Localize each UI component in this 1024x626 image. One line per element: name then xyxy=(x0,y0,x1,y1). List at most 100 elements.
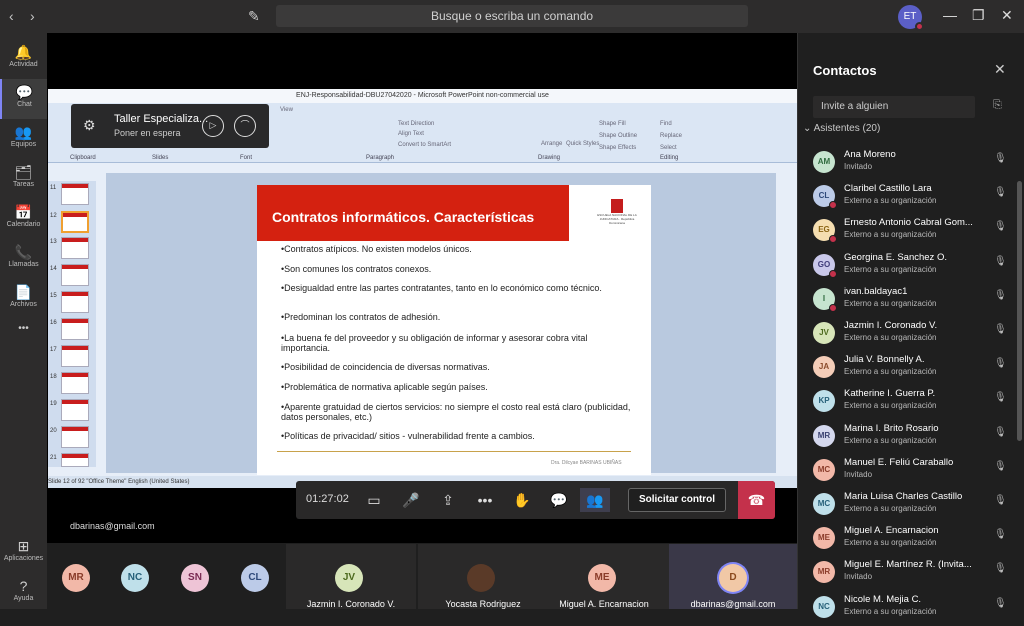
scrollbar[interactable] xyxy=(1017,181,1022,441)
ribbon-item: Shape Outline xyxy=(599,133,638,139)
attendee-name: Marina I. Brito Rosario xyxy=(844,422,939,434)
chat-button[interactable]: 💬 xyxy=(544,488,574,512)
attendee-row[interactable]: ME Miguel A. Encarnacion Externo a su orga… xyxy=(798,523,1024,557)
slide-bullet: •Políticas de privacidad/ sitios - vulne… xyxy=(281,431,535,441)
attendee-row[interactable]: MR Marina I. Brito Rosario Externo a su or… xyxy=(798,421,1024,455)
attendee-row[interactable]: JA Julia V. Bonnelly A. Externo a su organ… xyxy=(798,352,1024,386)
slide-thumbnail[interactable] xyxy=(61,183,89,205)
attendee-row[interactable]: MR Miguel E. Martínez R. (Invita... Invita… xyxy=(798,557,1024,591)
slide-thumbnail[interactable] xyxy=(61,345,89,367)
participant-tile[interactable]: ME Miguel A. Encarnacion xyxy=(539,544,669,609)
attendee-row[interactable]: KP Katherine I. Guerra P. Externo a su org… xyxy=(798,386,1024,420)
attendee-role: Externo a su organización xyxy=(844,606,937,616)
more-actions-button[interactable]: ••• xyxy=(470,488,500,512)
search-input[interactable]: Busque o escriba un comando xyxy=(276,5,748,27)
mic-muted-icon[interactable]: 🎙 xyxy=(994,495,1007,506)
attendee-role: Externo a su organización xyxy=(844,333,937,342)
slide-thumbnail[interactable] xyxy=(61,426,89,448)
rail-files[interactable]: 📄 Archivos xyxy=(0,279,47,319)
gallery-avatar[interactable]: NC xyxy=(121,564,149,592)
slide-thumbnail[interactable] xyxy=(61,291,89,313)
slide-thumbnail[interactable] xyxy=(61,264,89,286)
forward-arrow-icon[interactable]: › xyxy=(30,8,35,24)
slide-signature: Dra. Dilcyae BARINAS UBIÑAS xyxy=(551,460,622,466)
share-link-icon[interactable]: ⎘ xyxy=(993,99,1002,112)
rail-calls[interactable]: 📞 Llamadas xyxy=(0,239,47,279)
minimize-icon[interactable]: — xyxy=(943,7,957,23)
contacts-panel: Contactos ✕ Invite a alguien ⎘ ⌄ Asisten… xyxy=(797,33,1024,618)
attendee-row[interactable]: MC Maria Luisa Charles Castillo Externo a … xyxy=(798,489,1024,523)
rail-more-icon[interactable]: ••• xyxy=(0,323,47,363)
ribbon-item: Shape Fill xyxy=(599,121,626,127)
thumb-number: 18 xyxy=(50,374,57,380)
slide-thumbnail-selected[interactable] xyxy=(61,211,89,233)
gallery-avatar[interactable]: MR xyxy=(62,564,90,592)
attendee-row[interactable]: Iivan.baldayac1 Externo a su organización… xyxy=(798,284,1024,318)
camera-off-icon: ▭ xyxy=(367,492,381,508)
rail-apps[interactable]: ⊞ Aplicaciones xyxy=(0,533,47,573)
close-icon[interactable]: ✕ xyxy=(994,61,1006,78)
slide-bullet: •La buena fe del proveedor y su obligaci… xyxy=(281,333,588,353)
attendee-row[interactable]: EG Ernesto Antonio Cabral Gom... Externo a… xyxy=(798,215,1024,249)
participant-tile[interactable]: Yocasta Rodriguez xyxy=(418,544,548,609)
mic-muted-icon[interactable]: 🎙 xyxy=(994,358,1007,369)
gallery-avatar[interactable]: CL xyxy=(241,564,269,592)
slide-thumbnail[interactable] xyxy=(61,237,89,259)
slide-thumbnail[interactable] xyxy=(61,453,89,467)
participant-tile[interactable]: JV Jazmin I. Coronado V. xyxy=(286,544,416,609)
participants-button[interactable]: 👥 xyxy=(580,488,610,512)
participant-tile-self[interactable]: D dbarinas@gmail.com xyxy=(669,544,797,609)
hold-hangup-button[interactable]: ⌒ xyxy=(234,115,256,137)
thumb-number: 13 xyxy=(50,239,57,245)
back-arrow-icon[interactable]: ‹ xyxy=(9,8,14,24)
close-window-icon[interactable]: ✕ xyxy=(1001,7,1013,24)
rail-activity[interactable]: 🔔 Actividad xyxy=(0,39,47,79)
camera-button[interactable]: ▭ xyxy=(359,488,389,512)
mic-muted-icon[interactable]: 🎙 xyxy=(994,392,1007,403)
slide-thumbnail[interactable] xyxy=(61,399,89,421)
attendees-section[interactable]: ⌄ Asistentes (20) xyxy=(803,123,880,134)
compose-icon[interactable]: ✎ xyxy=(248,8,260,25)
share-button[interactable]: ⇪ xyxy=(433,488,463,512)
rail-teams[interactable]: 👥 Equipos xyxy=(0,119,47,159)
mic-muted-icon[interactable]: 🎙 xyxy=(994,221,1007,232)
slide-divider xyxy=(277,451,631,452)
attendee-row[interactable]: MC Manuel E. Feliú Caraballo Invitado 🎙 xyxy=(798,455,1024,489)
slide-thumbnail[interactable] xyxy=(61,318,89,340)
mic-muted-icon[interactable]: 🎙 xyxy=(994,256,1007,267)
mic-muted-icon[interactable]: 🎙 xyxy=(994,324,1007,335)
mic-muted-icon[interactable]: 🎙 xyxy=(994,529,1007,540)
ppt-window-title: ENJ-Responsabilidad-DBU27042020 - Micros… xyxy=(48,89,797,103)
attendee-row[interactable]: AM Ana Moreno Invitado 🎙 xyxy=(798,147,1024,181)
invite-input[interactable]: Invite a alguien xyxy=(813,96,975,118)
mic-button[interactable]: 🎤 xyxy=(396,488,426,512)
request-control-button[interactable]: Solicitar control xyxy=(628,488,726,512)
hangup-button[interactable]: ☎ xyxy=(738,481,775,519)
tile-name: Miguel A. Encarnacion xyxy=(559,599,649,609)
rail-chat[interactable]: 💬 Chat xyxy=(0,79,47,119)
slide-thumbnail[interactable] xyxy=(61,372,89,394)
mic-muted-icon[interactable]: 🎙 xyxy=(994,187,1007,198)
hold-status: Poner en espera xyxy=(114,128,181,138)
user-avatar[interactable]: ET xyxy=(898,5,924,31)
rail-help[interactable]: ? Ayuda xyxy=(0,573,47,613)
attendee-role: Externo a su organización xyxy=(844,538,937,548)
attendee-row[interactable]: JV Jazmin I. Coronado V. Externo a su orga… xyxy=(798,318,1024,352)
slide-bullet: •Posibilidad de coincidencia de diversas… xyxy=(281,362,490,372)
mic-muted-icon[interactable]: 🎙 xyxy=(994,563,1007,574)
maximize-icon[interactable]: ❐ xyxy=(972,7,985,24)
mic-muted-icon[interactable]: 🎙 xyxy=(994,153,1007,164)
raise-hand-button[interactable]: ✋ xyxy=(507,488,537,512)
mic-muted-icon[interactable]: 🎙 xyxy=(994,290,1007,301)
rail-calendar[interactable]: 📅 Calendario xyxy=(0,199,47,239)
mic-muted-icon[interactable]: 🎙 xyxy=(994,427,1007,438)
resume-button[interactable]: ▷ xyxy=(202,115,224,137)
gallery-avatar[interactable]: SN xyxy=(181,564,209,592)
mic-muted-icon[interactable]: 🎙 xyxy=(994,598,1007,609)
rail-tasks[interactable]: 🗂 Tareas xyxy=(0,159,47,199)
attendee-row[interactable]: CL Claribel Castillo Lara Externo a su org… xyxy=(798,181,1024,215)
ribbon-tab-view: View xyxy=(280,107,293,113)
attendee-row[interactable]: GO Georgina E. Sanchez O. Externo a su org… xyxy=(798,250,1024,284)
attendee-role: Externo a su organización xyxy=(844,196,937,206)
mic-muted-icon[interactable]: 🎙 xyxy=(994,461,1007,472)
